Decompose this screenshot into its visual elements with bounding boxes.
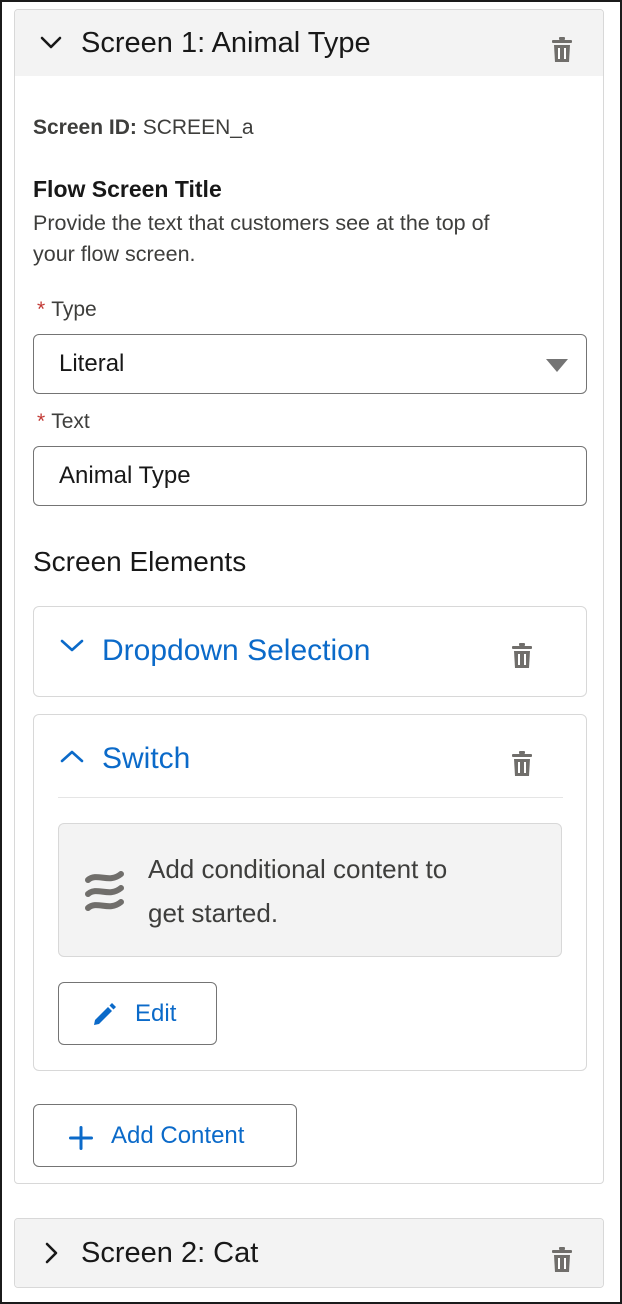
chevron-down-icon[interactable] [37, 29, 65, 57]
screen-2-header[interactable]: Screen 2: Cat [15, 1219, 603, 1287]
switch-empty-text-2: get started. [148, 898, 279, 928]
flow-screen-title-help-1: Provide the text that customers see at t… [33, 211, 490, 235]
screen-2-card[interactable]: Screen 2: Cat [14, 1218, 604, 1288]
switch-card: Switch Add conditional content to get st… [33, 714, 587, 1071]
flow-screen-title-help-2: your flow screen. [33, 242, 196, 266]
switch-empty-state: Add conditional content to get started. [58, 823, 562, 957]
required-mark: * [37, 410, 46, 433]
type-select[interactable]: Literal [33, 334, 587, 394]
pencil-icon [91, 1001, 117, 1034]
type-label: * Type [37, 298, 97, 322]
chevron-down-icon[interactable] [60, 639, 84, 658]
plus-icon [68, 1125, 94, 1158]
caret-down-icon [546, 359, 568, 372]
required-mark: * [37, 298, 46, 321]
text-label-text: Text [51, 410, 90, 433]
add-content-button[interactable]: Add Content [33, 1104, 297, 1167]
trash-icon[interactable] [551, 1247, 575, 1273]
switch-title[interactable]: Switch [102, 742, 190, 776]
trash-icon[interactable] [511, 751, 535, 777]
screen-1-header[interactable]: Screen 1: Animal Type [15, 10, 603, 76]
text-label: * Text [37, 410, 90, 434]
text-input[interactable]: Animal Type [33, 446, 587, 506]
add-content-label: Add Content [111, 1122, 245, 1149]
screen-1-card: Screen 1: Animal Type Screen ID: SCREEN_… [14, 9, 604, 1184]
dropdown-selection-card[interactable]: Dropdown Selection [33, 606, 587, 697]
conditional-content-icon [85, 868, 131, 923]
edit-button-label: Edit [135, 1000, 177, 1027]
flow-screen-title-heading: Flow Screen Title [33, 176, 222, 202]
text-input-value: Animal Type [59, 462, 191, 489]
switch-empty-text-1: Add conditional content to [148, 854, 448, 884]
switch-divider [58, 797, 563, 798]
trash-icon[interactable] [511, 643, 535, 669]
chevron-right-icon[interactable] [37, 1239, 65, 1267]
trash-icon[interactable] [551, 37, 575, 63]
screen-elements-heading: Screen Elements [33, 546, 247, 577]
screen-id-row: Screen ID: SCREEN_a [33, 116, 254, 140]
edit-button[interactable]: Edit [58, 982, 217, 1045]
screen-2-title: Screen 2: Cat [81, 1236, 259, 1269]
type-select-value: Literal [59, 350, 125, 377]
chevron-up-icon[interactable] [60, 749, 84, 768]
screen-id-value: SCREEN_a [142, 116, 254, 139]
screen-1-title: Screen 1: Animal Type [81, 26, 371, 59]
screen-id-label: Screen ID: [33, 116, 137, 139]
dropdown-selection-title[interactable]: Dropdown Selection [102, 634, 371, 668]
type-label-text: Type [51, 298, 97, 321]
